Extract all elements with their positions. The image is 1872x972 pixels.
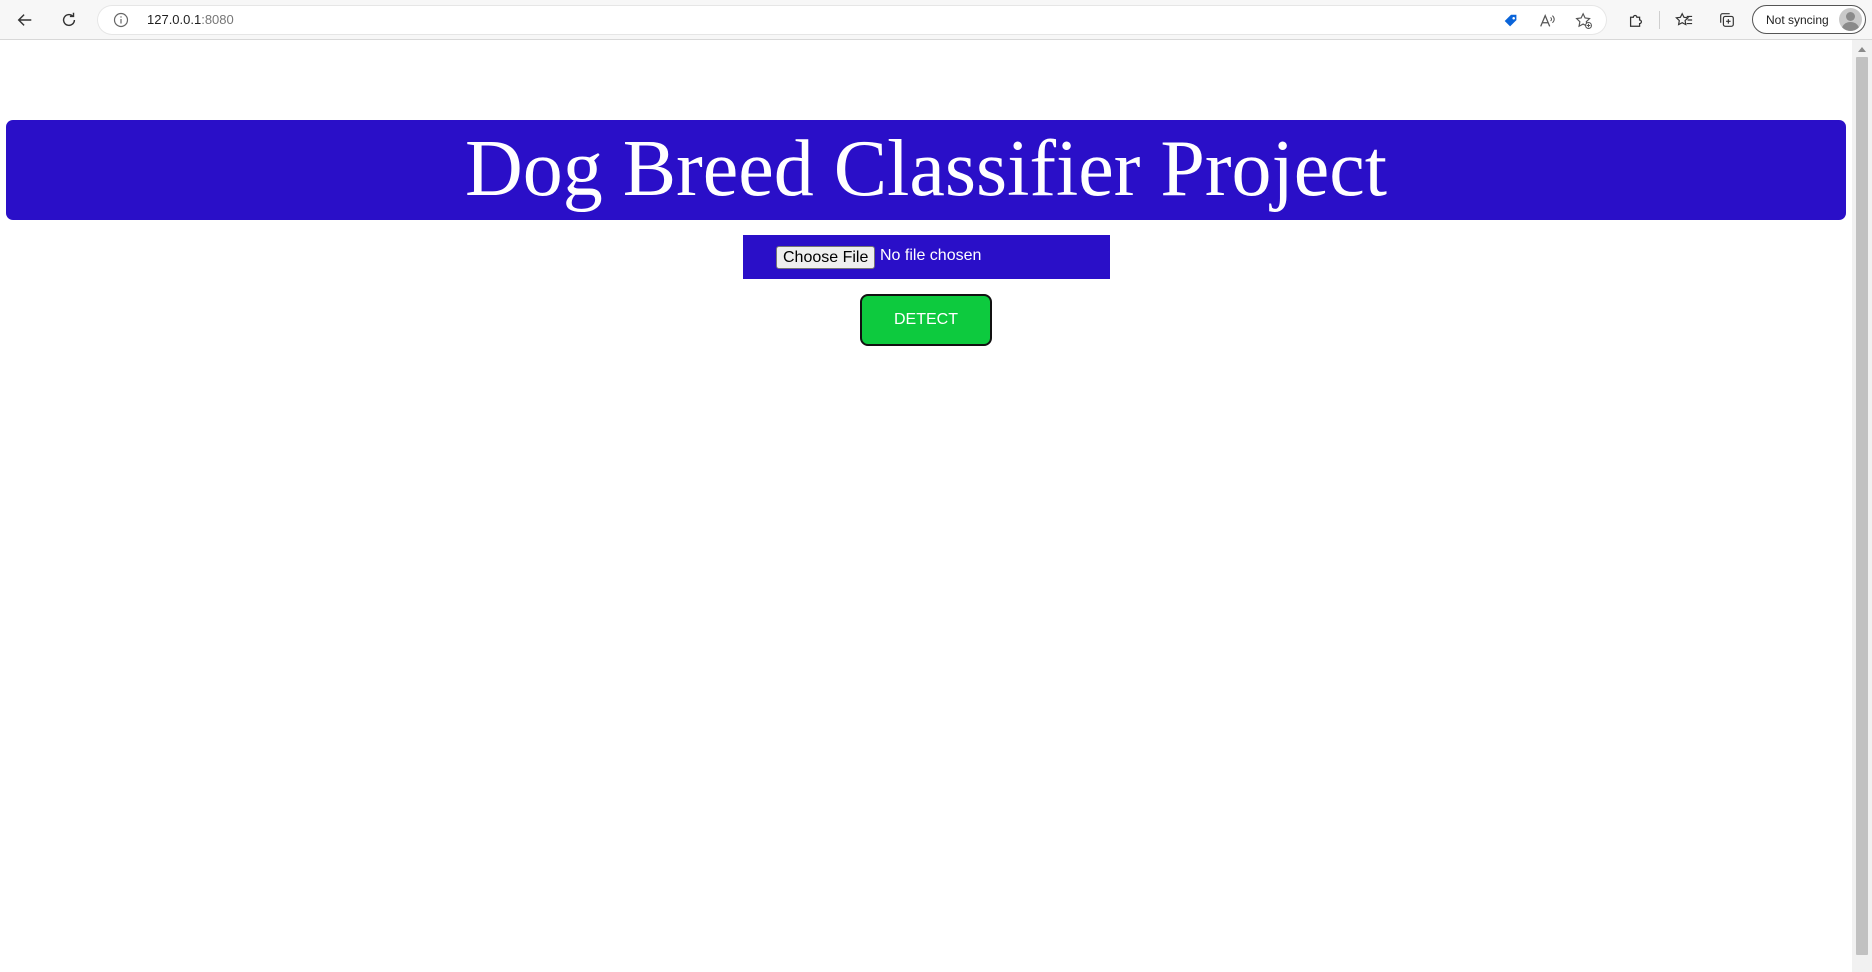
back-button[interactable] bbox=[10, 5, 40, 35]
url-text: 127.0.0.1:8080 bbox=[147, 12, 234, 27]
read-aloud-icon bbox=[1540, 13, 1555, 27]
shopping-button[interactable] bbox=[1501, 11, 1521, 31]
file-upload-box: Choose File No file chosen bbox=[743, 235, 1110, 279]
info-icon[interactable] bbox=[113, 12, 129, 28]
avatar bbox=[1839, 8, 1862, 31]
add-favorite-button[interactable] bbox=[1574, 11, 1594, 31]
profile-button[interactable]: Not syncing bbox=[1752, 5, 1866, 34]
read-aloud-button[interactable] bbox=[1537, 11, 1557, 31]
file-status-text: No file chosen bbox=[880, 247, 982, 264]
toolbar-separator bbox=[1659, 11, 1660, 29]
collections-icon bbox=[1720, 13, 1734, 27]
add-favorite-icon bbox=[1575, 12, 1592, 29]
collections-button[interactable] bbox=[1712, 5, 1742, 35]
address-bar[interactable]: 127.0.0.1:8080 bbox=[97, 5, 1607, 35]
favorites-button[interactable] bbox=[1669, 5, 1699, 35]
profile-label: Not syncing bbox=[1766, 13, 1829, 27]
scroll-up-arrow-icon[interactable] bbox=[1858, 47, 1866, 52]
page-content: Dog Breed Classifier Project Choose File… bbox=[0, 40, 1852, 972]
browser-toolbar: 127.0.0.1:8080 Not syncing bbox=[0, 0, 1872, 40]
vertical-scrollbar[interactable] bbox=[1852, 40, 1872, 972]
extensions-button[interactable] bbox=[1621, 5, 1651, 35]
shopping-tag-icon bbox=[1504, 14, 1517, 27]
back-arrow-icon bbox=[17, 14, 32, 26]
title-banner: Dog Breed Classifier Project bbox=[6, 120, 1846, 220]
url-port: :8080 bbox=[201, 12, 234, 27]
extensions-icon bbox=[1629, 14, 1643, 27]
favorites-icon bbox=[1675, 12, 1693, 26]
detect-button[interactable]: DETECT bbox=[860, 294, 992, 346]
choose-file-button[interactable]: Choose File bbox=[776, 246, 876, 269]
page-title: Dog Breed Classifier Project bbox=[465, 125, 1387, 213]
url-host: 127.0.0.1 bbox=[147, 12, 202, 27]
refresh-button[interactable] bbox=[54, 5, 84, 35]
scroll-thumb[interactable] bbox=[1856, 57, 1868, 955]
refresh-icon bbox=[62, 12, 76, 27]
